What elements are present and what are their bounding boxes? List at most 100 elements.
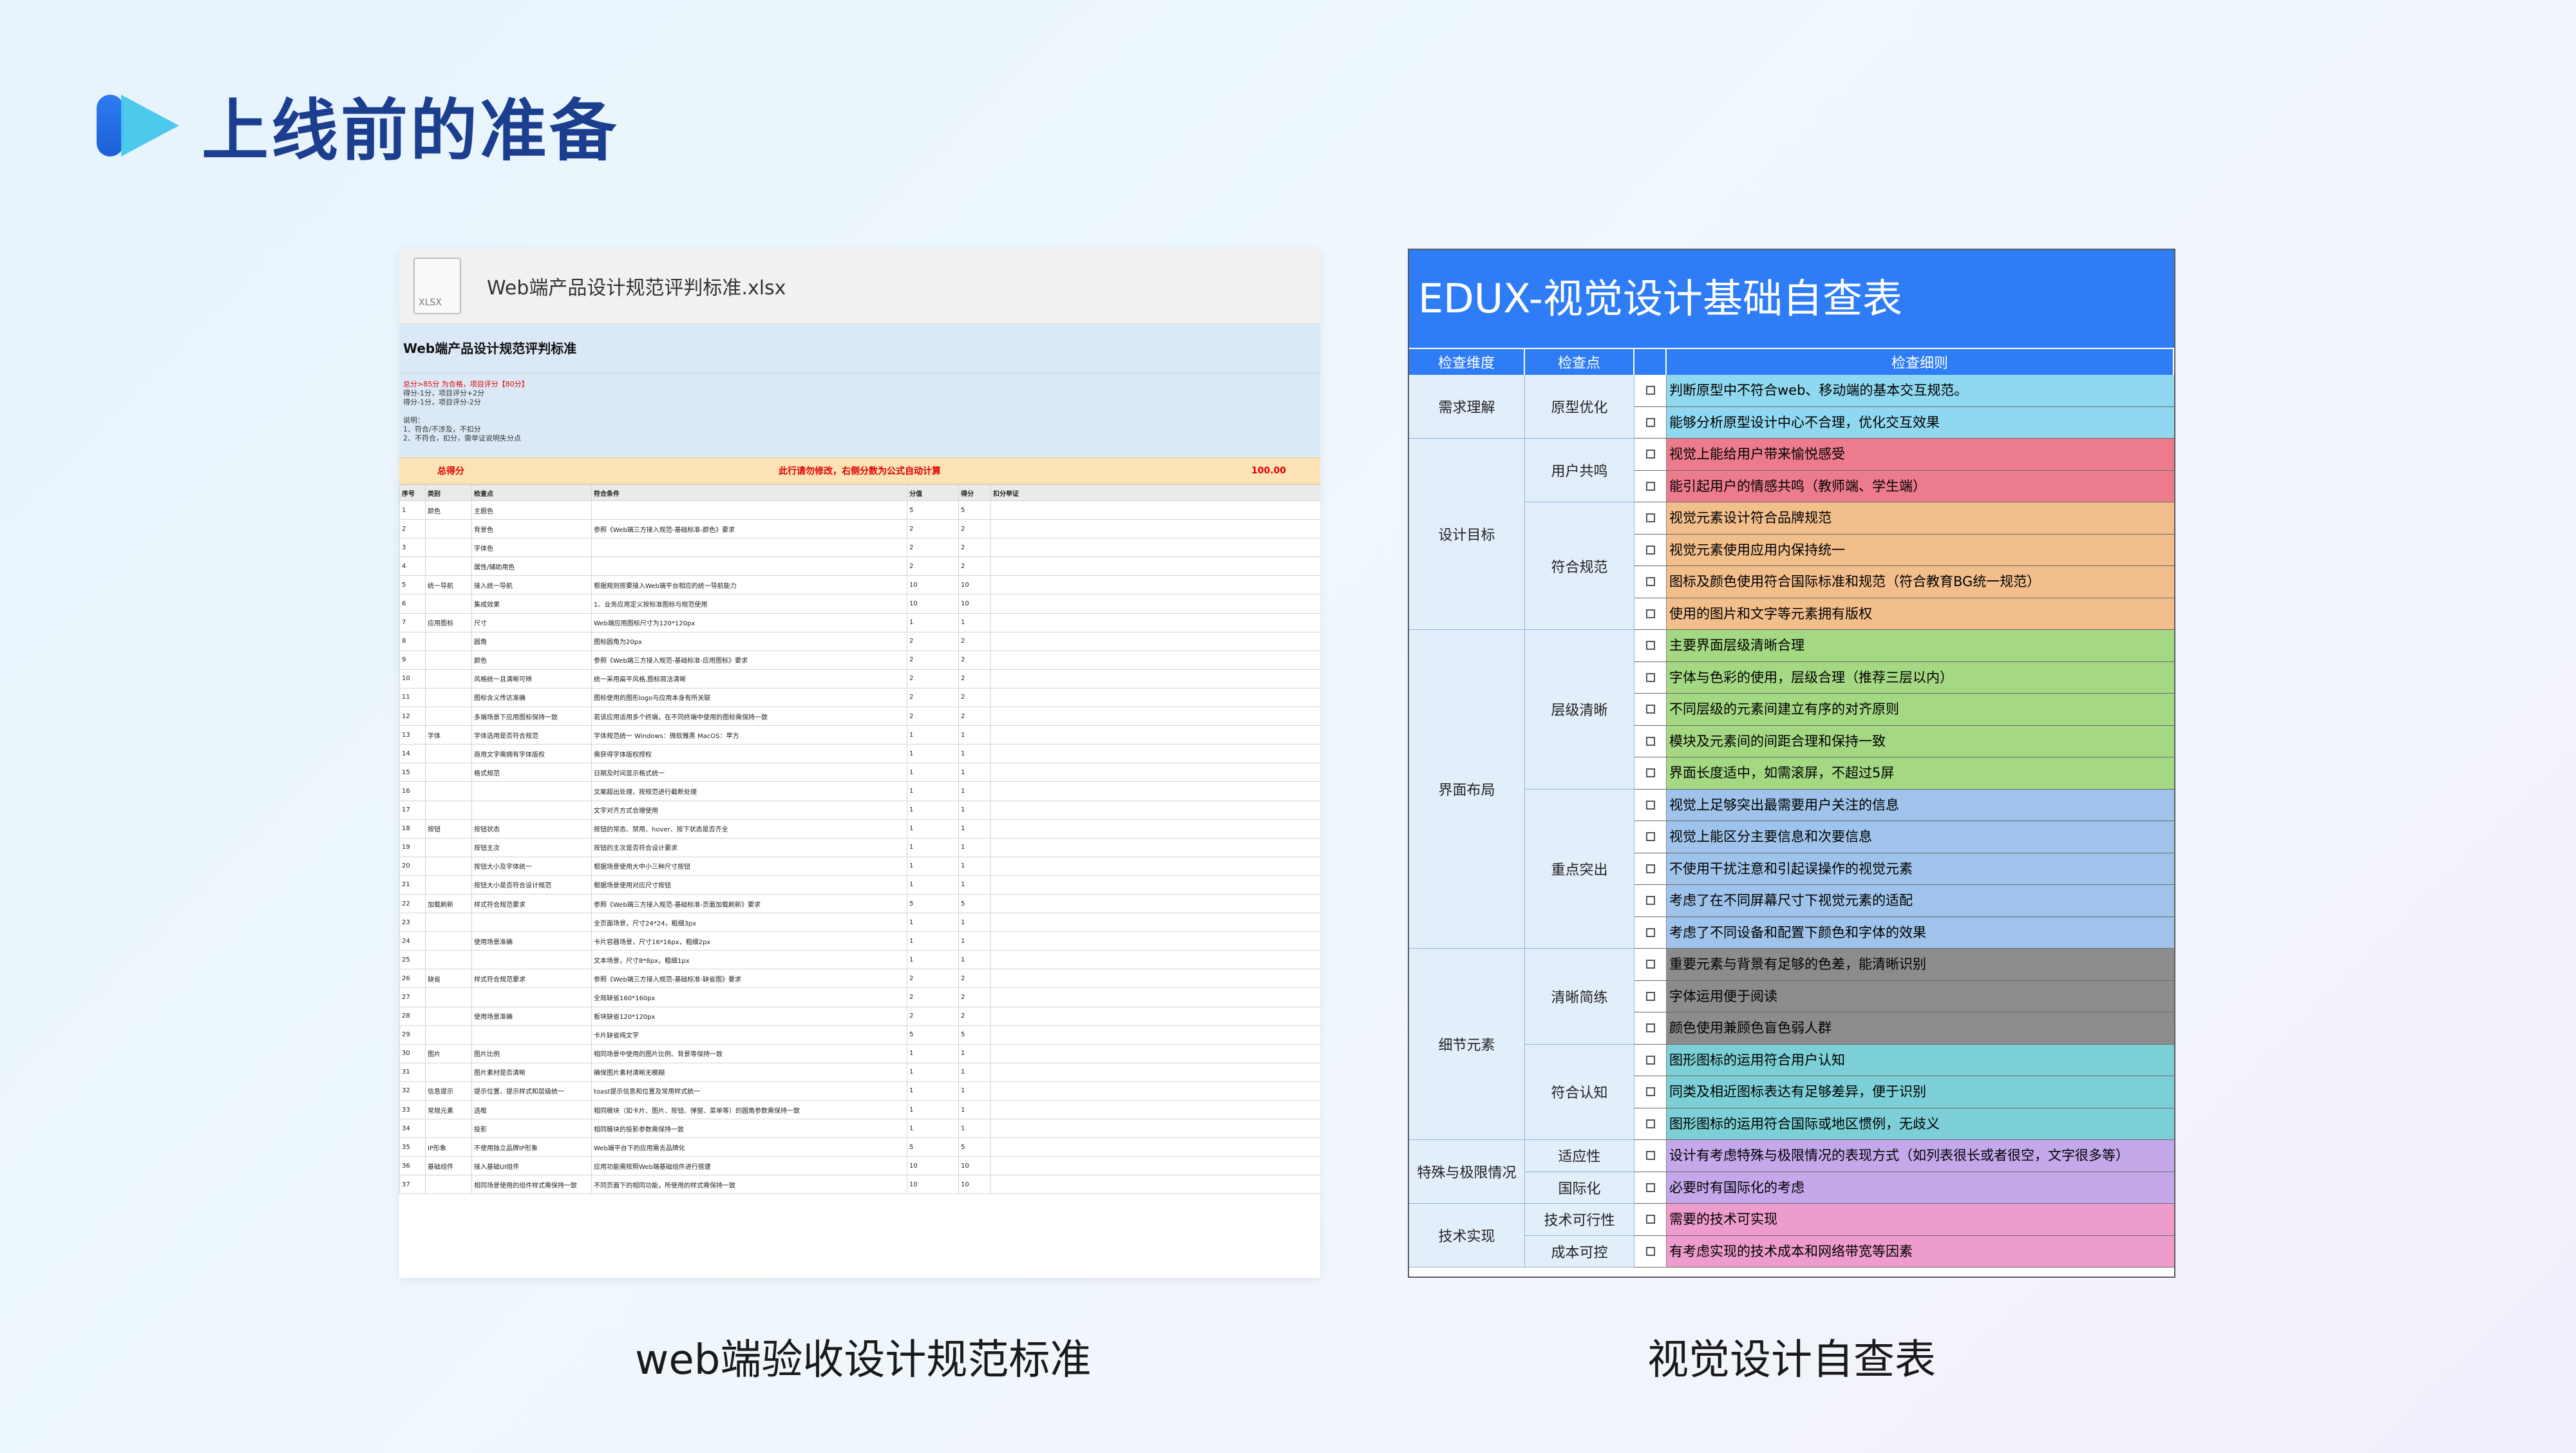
checkbox[interactable] <box>1634 1140 1667 1172</box>
checklist-item: 考虑了不同设备和配置下颜色和字体的效果 <box>1634 916 2174 949</box>
checkbox-icon <box>1645 991 1655 1001</box>
dimension-cell: 细节元素 <box>1409 949 1525 1140</box>
checkbox[interactable] <box>1634 1108 1667 1139</box>
table-cell: 图片 <box>425 1043 472 1063</box>
table-row: 25 文本场景，尺寸8*8px，粗细1px 1 1 <box>399 950 1320 970</box>
table-cell: 需获得字体版权授权 <box>591 744 907 764</box>
checkbox[interactable] <box>1634 566 1667 598</box>
column-header: 分值 <box>907 484 959 501</box>
table-cell <box>425 744 472 764</box>
table-cell: 34 <box>399 1119 426 1139</box>
table-cell: 10 <box>958 1156 991 1176</box>
table-cell <box>425 875 472 895</box>
table-cell: 字体规范统一 Windows：微软雅黑 MacOS：苹方 <box>591 725 907 745</box>
checkbox[interactable] <box>1634 375 1667 406</box>
table-cell: 相同场景中使用的图片比例、背景等保持一致 <box>591 1043 907 1063</box>
checkbox-icon <box>1645 896 1655 906</box>
table-cell: 10 <box>907 1156 959 1176</box>
checkbox[interactable] <box>1634 661 1667 693</box>
checklist-item: 同类及相近图标表达有足够差异，便于识别 <box>1634 1076 2174 1108</box>
table-cell: 图标使用的图形logo与应用本身有所关联 <box>591 687 907 708</box>
table-cell <box>990 1043 1320 1063</box>
checklist-item: 判断原型中不符合web、移动端的基本交互规范。 <box>1634 375 2174 407</box>
checkbox-icon <box>1645 1055 1655 1065</box>
table-cell: 5 <box>958 893 991 914</box>
table-cell <box>425 687 472 708</box>
checkbox[interactable] <box>1634 725 1667 757</box>
table-cell: 主题色 <box>471 500 592 520</box>
score-row: 总得分 此行请勿修改，右侧分数为公式自动计算 100.00 <box>399 457 1320 484</box>
table-cell: 1 <box>958 819 991 839</box>
table-cell <box>990 1175 1320 1195</box>
checklist-item: 主要界面层级清晰合理 <box>1634 630 2174 662</box>
checkbox-icon <box>1645 1087 1655 1097</box>
visual-checklist: EDUX-视觉设计基础自查表 检查维度 检查点 检查细则 需求理解 设计目标 界面布… <box>1408 249 2175 1278</box>
table-cell: 2 <box>907 556 959 576</box>
checkbox[interactable] <box>1634 885 1667 916</box>
checkbox[interactable] <box>1634 821 1667 853</box>
checklist-item: 能引起用户的情感共鸣（教师端、学生端） <box>1634 470 2174 502</box>
header-dimension: 检查维度 <box>1409 349 1525 375</box>
checkbox[interactable] <box>1634 502 1667 534</box>
table-row: 34 投影 相同模块的投影参数需保持一致 1 1 <box>399 1119 1320 1139</box>
table-cell: 9 <box>399 650 426 670</box>
checkbox[interactable] <box>1634 789 1667 821</box>
table-row: 23 全页面场景，尺寸24*24，粗细3px 1 1 <box>399 913 1320 933</box>
checkbox[interactable] <box>1634 470 1667 502</box>
table-row: 14 商用文字需拥有字体版权 需获得字体版权授权 1 1 <box>399 744 1320 764</box>
score-instruction: 此行请勿修改，右侧分数为公式自动计算 <box>779 466 941 477</box>
checkbox[interactable] <box>1634 1235 1667 1267</box>
dimension-cell: 技术实现 <box>1409 1204 1525 1268</box>
table-cell: 样式符合规范要求 <box>471 893 592 914</box>
table-cell: 1 <box>958 744 991 764</box>
checklist-item: 图形图标的运用符合用户认知 <box>1634 1044 2174 1076</box>
table-cell: 1 <box>958 781 991 801</box>
checkbox[interactable] <box>1634 1172 1667 1203</box>
table-cell: 31 <box>399 1062 426 1082</box>
checkbox[interactable] <box>1634 949 1667 980</box>
checkbox[interactable] <box>1634 980 1667 1012</box>
table-cell: 10 <box>907 1175 959 1195</box>
checkbox[interactable] <box>1634 598 1667 629</box>
checkbox[interactable] <box>1634 406 1667 438</box>
table-row: 33 常规元素 选框 相同模块（如卡片、图片、按钮、弹窗、菜单等）的圆角参数需保持一致… <box>399 1099 1320 1120</box>
checkbox[interactable] <box>1634 534 1667 565</box>
table-cell: 图标含义传达准确 <box>471 687 592 708</box>
table-cell: 20 <box>399 856 426 876</box>
checkpoint-cell: 技术可行性 <box>1525 1204 1634 1236</box>
table-cell: Web端应用图标尺寸为120*120px <box>591 613 907 632</box>
checkbox-icon <box>1645 1215 1655 1224</box>
table-cell: 28 <box>399 1006 426 1026</box>
table-cell: 2 <box>907 707 959 726</box>
checkbox[interactable] <box>1634 1204 1667 1235</box>
note-line <box>403 407 1316 416</box>
table-cell: 风格统一且清晰可辨 <box>471 669 592 689</box>
checkbox-icon <box>1645 641 1655 651</box>
checklist-item: 有考虑实现的技术成本和网络带宽等因素 <box>1634 1235 2174 1268</box>
checkbox-icon <box>1645 1151 1655 1161</box>
checklist-item-text: 不使用干扰注意和引起误操作的视觉元素 <box>1667 853 2174 884</box>
checkbox[interactable] <box>1634 1012 1667 1044</box>
table-cell <box>990 669 1320 689</box>
table-row: 1 颜色 主题色 5 5 <box>399 500 1320 520</box>
checkbox[interactable] <box>1634 439 1667 470</box>
checkbox[interactable] <box>1634 1076 1667 1108</box>
table-row: 27 全局缺省160*160px 2 2 <box>399 987 1320 1007</box>
checkbox[interactable] <box>1634 694 1667 725</box>
checkbox[interactable] <box>1634 916 1667 948</box>
table-cell: 6 <box>399 594 426 614</box>
table-row: 31 图片素材是否清晰 确保图片素材清晰无模糊 1 1 <box>399 1062 1320 1082</box>
checkbox[interactable] <box>1634 630 1667 661</box>
checkbox[interactable] <box>1634 853 1667 884</box>
table-cell: 相同场景使用的组件样式需保持一致 <box>471 1175 592 1195</box>
table-cell <box>990 931 1320 951</box>
table-cell: 7 <box>399 613 426 632</box>
table-cell <box>990 725 1320 745</box>
column-header: 得分 <box>958 484 991 501</box>
table-cell: 15 <box>399 763 426 783</box>
table-cell: 11 <box>399 687 426 708</box>
checklist-item: 视觉上能区分主要信息和次要信息 <box>1634 821 2174 853</box>
checkbox[interactable] <box>1634 1044 1667 1076</box>
table-cell <box>990 1119 1320 1139</box>
checkbox[interactable] <box>1634 757 1667 789</box>
